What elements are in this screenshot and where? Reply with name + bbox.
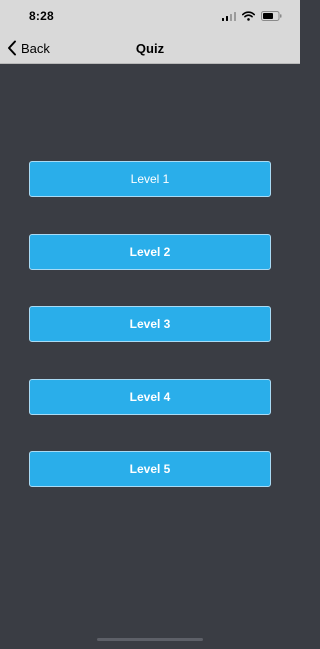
wifi-icon [242,11,255,21]
level-5-button[interactable]: Level 5 [29,451,271,487]
level-list: Level 1 Level 2 Level 3 Level 4 Level 5 [29,161,271,524]
battery-icon [261,11,282,21]
level-4-button[interactable]: Level 4 [29,378,271,415]
status-time: 8:28 [29,9,54,23]
status-bar: 8:28 [0,0,300,32]
level-1-button[interactable]: Level 1 [29,161,271,197]
level-3-button[interactable]: Level 3 [29,306,271,342]
home-indicator[interactable] [97,638,203,641]
navigation-bar: Back Quiz [0,32,300,64]
page-title: Quiz [135,41,165,56]
cellular-signal-icon [221,11,236,21]
status-icons [221,11,283,21]
level-2-button[interactable]: Level 2 [29,233,271,270]
